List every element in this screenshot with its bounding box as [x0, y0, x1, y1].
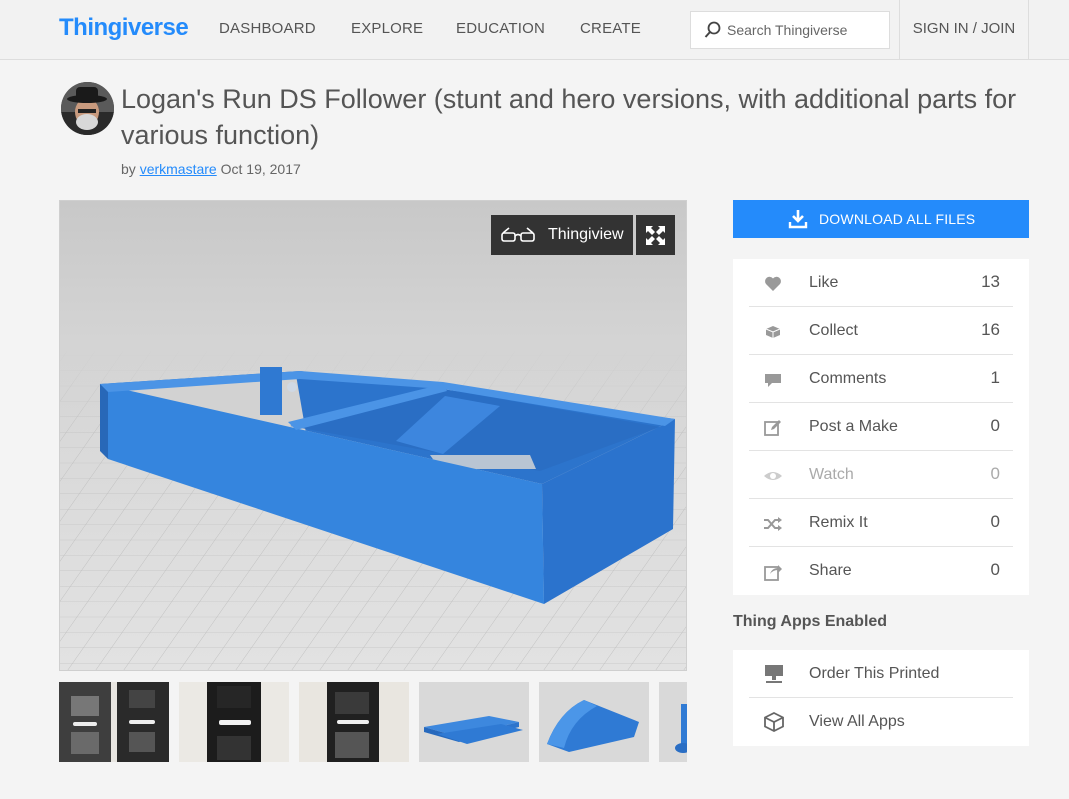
nav-create[interactable]: CREATE [580, 20, 641, 37]
comments-button[interactable]: Comments 1 [749, 355, 1013, 403]
byline-prefix: by [121, 161, 136, 177]
stats-panel: Like 13 Collect 16 Comments 1 Post a Mak… [733, 259, 1029, 595]
collect-button[interactable]: Collect 16 [749, 307, 1013, 355]
thingiview-button[interactable]: Thingiview [491, 215, 633, 255]
share-label: Share [809, 562, 852, 579]
thumbnail-2[interactable] [179, 682, 289, 762]
edit-icon [764, 420, 781, 436]
thumbnail-4[interactable] [419, 682, 529, 762]
thumbnail-strip [59, 682, 687, 762]
eye-icon [764, 472, 782, 480]
publish-date: Oct 19, 2017 [220, 161, 301, 177]
thingiview-label: Thingiview [548, 226, 624, 243]
expand-icon [646, 226, 665, 245]
thing-apps-heading: Thing Apps Enabled [733, 613, 888, 630]
view-all-apps-label: View All Apps [809, 713, 905, 730]
fullscreen-button[interactable] [636, 215, 675, 255]
share-button[interactable]: Share 0 [749, 547, 1013, 595]
search-box[interactable] [690, 11, 890, 49]
nav-education[interactable]: EDUCATION [456, 20, 545, 37]
nav-dashboard[interactable]: DASHBOARD [219, 20, 316, 37]
model-render [60, 341, 686, 670]
download-icon [788, 210, 808, 229]
thumbnail-1[interactable] [59, 682, 169, 762]
sign-in-join-button[interactable]: SIGN IN / JOIN [899, 0, 1029, 59]
download-label: DOWNLOAD ALL FILES [819, 211, 976, 227]
watch-count: 0 [990, 464, 1000, 483]
comments-count: 1 [990, 368, 1000, 387]
download-all-files-button[interactable]: DOWNLOAD ALL FILES [733, 200, 1029, 238]
byline: by verkmastare Oct 19, 2017 [121, 161, 301, 177]
nav-explore[interactable]: EXPLORE [351, 20, 423, 37]
watch-button[interactable]: Watch 0 [749, 451, 1013, 499]
3d-glasses-icon [501, 227, 535, 242]
thumbnail-6[interactable] [659, 682, 687, 762]
like-button[interactable]: Like 13 [749, 259, 1013, 307]
post-a-make-button[interactable]: Post a Make 0 [749, 403, 1013, 451]
thumbnail-5[interactable] [539, 682, 649, 762]
post-a-make-label: Post a Make [809, 418, 898, 435]
thumbnail-3[interactable] [299, 682, 409, 762]
heart-icon [765, 276, 781, 291]
shuffle-icon [764, 517, 782, 531]
collect-count: 16 [981, 320, 1000, 339]
watch-label: Watch [809, 466, 854, 483]
author-avatar[interactable] [61, 82, 114, 135]
order-this-printed-label: Order This Printed [809, 665, 940, 682]
remix-it-label: Remix It [809, 514, 868, 531]
thingiverse-logo[interactable]: Thingiverse [59, 14, 189, 42]
thing-title: Logan's Run DS Follower (stunt and hero … [121, 84, 1017, 150]
post-a-make-count: 0 [990, 416, 1000, 435]
model-viewer[interactable]: Thingiview [59, 200, 687, 671]
order-this-printed-link[interactable]: Order This Printed [749, 650, 1013, 698]
author-link[interactable]: verkmastare [140, 161, 217, 177]
like-count: 13 [981, 272, 1000, 291]
remix-it-button[interactable]: Remix It 0 [749, 499, 1013, 547]
search-input[interactable] [727, 20, 882, 40]
collect-icon [765, 326, 781, 338]
like-label: Like [809, 274, 839, 291]
site-header: Thingiverse DASHBOARD EXPLORE EDUCATION … [0, 0, 1069, 60]
cube-icon [764, 711, 784, 733]
collect-label: Collect [809, 322, 858, 339]
comment-icon [765, 374, 781, 387]
share-icon [764, 565, 782, 581]
printer-icon [765, 665, 783, 683]
view-all-apps-link[interactable]: View All Apps [749, 698, 1013, 746]
comments-label: Comments [809, 370, 887, 387]
remix-it-count: 0 [990, 512, 1000, 531]
share-count: 0 [990, 560, 1000, 579]
search-icon [704, 21, 721, 38]
thing-apps-panel: Order This Printed View All Apps [733, 650, 1029, 746]
